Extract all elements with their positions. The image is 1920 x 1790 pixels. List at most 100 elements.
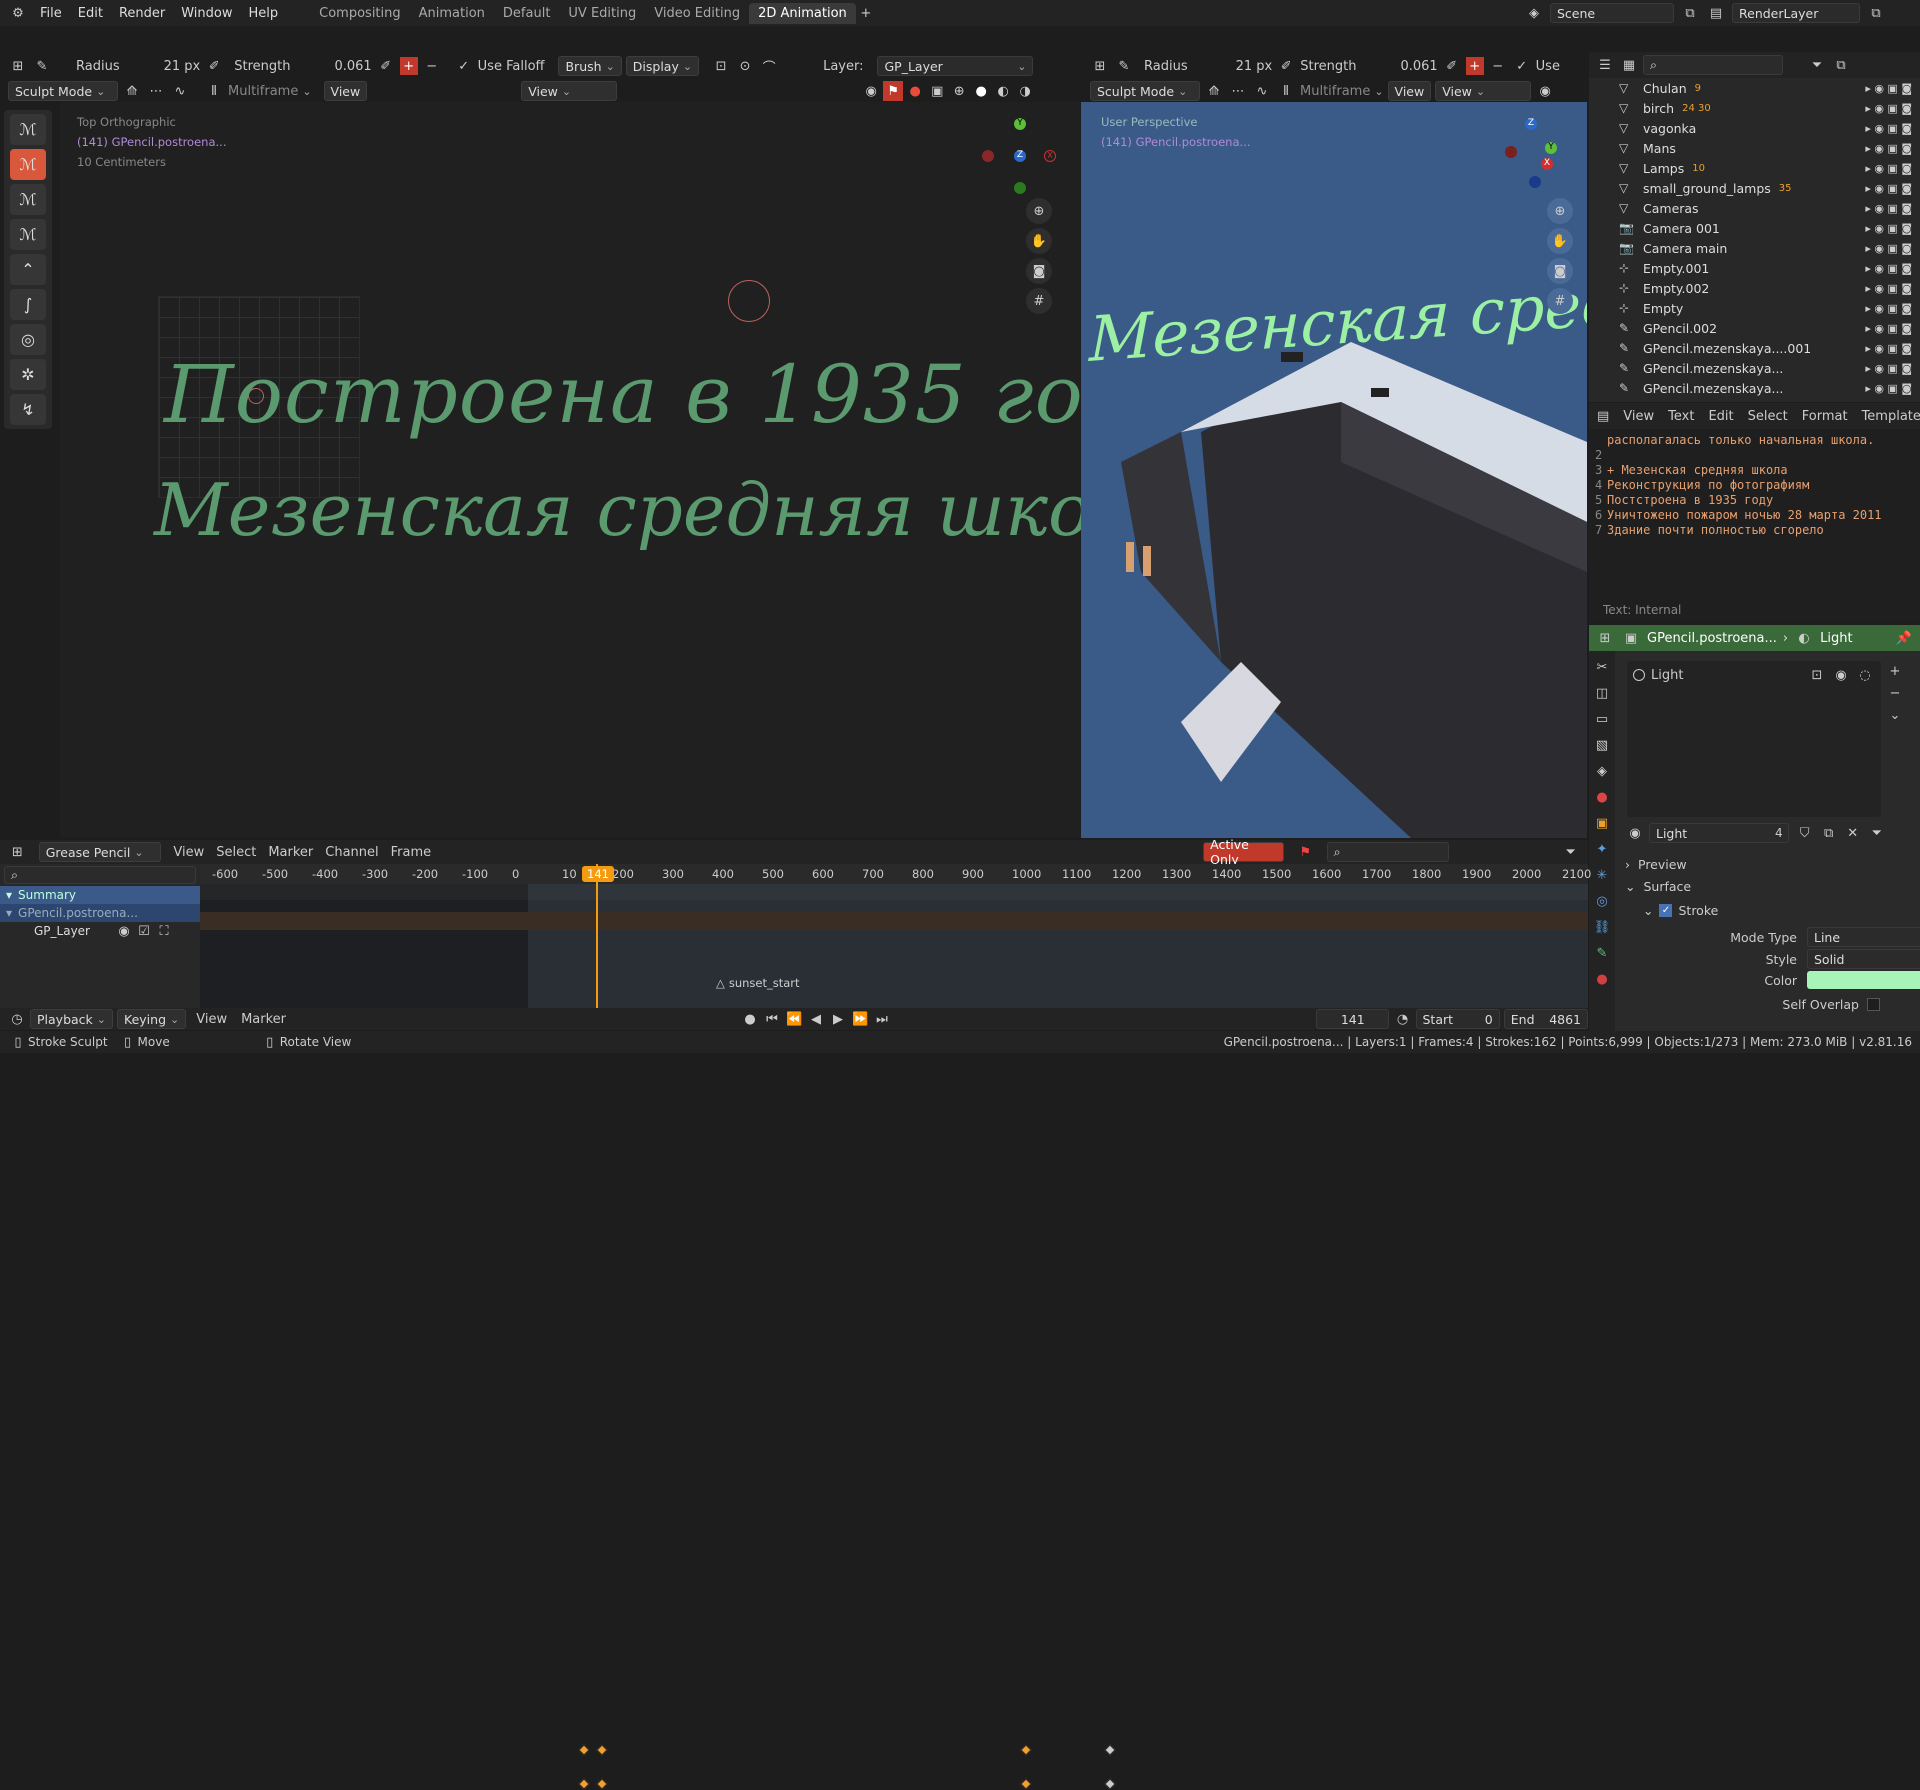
current-frame-field[interactable]: 141 [1316,1009,1390,1029]
unlink-material-icon[interactable]: ✕ [1843,823,1863,843]
outliner-row[interactable]: ✎ GPencil.mezenskaya... ▸ ◉ ▣ ◙ [1619,378,1920,398]
outliner-visibility-icon[interactable]: ▸ ◉ ▣ ◙ [1865,202,1912,215]
outliner-visibility-icon[interactable]: ▸ ◉ ▣ ◙ [1865,382,1912,395]
right-editor-type-icon[interactable]: ⊞ [1090,56,1110,76]
text-menu-edit[interactable]: Edit [1708,409,1733,424]
end-frame-field[interactable]: End 4861 [1503,1009,1588,1029]
tab-video-editing[interactable]: Video Editing [645,3,749,24]
next-key-icon[interactable]: ⏩ [850,1009,870,1029]
right-edit-points-icon[interactable]: ⋯ [1228,81,1248,101]
tab-default[interactable]: Default [494,3,560,24]
right-brush-icon[interactable]: ✎ [1114,56,1134,76]
copy-scene-icon[interactable]: ⧉ [1680,3,1700,23]
left-viewport[interactable]: Top Orthographic (141) GPencil.postroena… [60,102,1182,838]
tab-tool-icon[interactable]: ✂ [1592,657,1612,677]
outliner-visibility-icon[interactable]: ▸ ◉ ▣ ◙ [1865,322,1912,335]
ds-menu-channel[interactable]: Channel [325,845,378,860]
use-falloff-label[interactable]: Use Falloff [478,59,545,74]
outliner-row[interactable]: ✎ GPencil.mezenskaya....001 ▸ ◉ ▣ ◙ [1619,338,1920,358]
display-dropdown[interactable]: Display [625,56,700,76]
pivot-icon[interactable]: ⊙ [735,56,755,76]
tab-material-icon[interactable]: ● [1592,969,1612,989]
right-ortho-grid-icon[interactable]: # [1547,288,1573,314]
text-line[interactable]: 4 Реконструкция по фотографиям [1595,478,1914,493]
gizmo-icon[interactable]: ⚑ [883,81,904,101]
tool-twist-icon[interactable]: ◎ [10,324,46,355]
strength-pen-icon[interactable]: ✐ [376,56,396,76]
pin-icon[interactable]: 📌 [1894,628,1914,648]
preview-section[interactable]: › Preview [1625,857,1687,872]
outliner-visibility-icon[interactable]: ▸ ◉ ▣ ◙ [1865,142,1912,155]
add-icon[interactable]: + [399,57,418,75]
keyframe[interactable] [1104,1778,1116,1790]
outliner-row[interactable]: ▽ Cameras ▸ ◉ ▣ ◙ [1619,198,1920,218]
tab-data-icon[interactable]: ✎ [1592,943,1612,963]
right-edit-strokes-icon[interactable]: ∿ [1252,81,1272,101]
edit-strokes-icon[interactable]: ∿ [170,81,190,101]
outliner-visibility-icon[interactable]: ▸ ◉ ▣ ◙ [1865,362,1912,375]
preview-range-icon[interactable]: ◔ [1393,1009,1411,1029]
marker-label[interactable]: △ sunset_start [716,976,800,990]
outliner-display-icon[interactable]: ▦ [1619,55,1639,75]
keyframe[interactable] [1104,1744,1116,1756]
outliner-row[interactable]: 📷 Camera 001 ▸ ◉ ▣ ◙ [1619,218,1920,238]
outliner-visibility-icon[interactable]: ▸ ◉ ▣ ◙ [1865,162,1912,175]
outliner-row[interactable]: ▽ vagonka ▸ ◉ ▣ ◙ [1619,118,1920,138]
jump-end-icon[interactable]: ⏭ [872,1009,892,1029]
dopesheet-editor-icon[interactable]: ⊞ [8,842,27,862]
text-menu-text[interactable]: Text [1668,409,1694,424]
tab-physics-icon[interactable]: ◎ [1592,891,1612,911]
channel-summary[interactable]: ▾ Summary [0,886,200,904]
channel-object[interactable]: ▾ GPencil.postroena... [0,904,200,922]
material-name-field[interactable]: Light [1649,823,1789,843]
tab-output-icon[interactable]: ▭ [1592,709,1612,729]
multiframe-icon[interactable]: ⫴ [204,81,224,101]
play-icon[interactable]: ▶ [828,1009,848,1029]
left-view-dropdown[interactable]: View [521,81,618,101]
material-slot-list[interactable]: Light ⊡ ◉ ◌ [1627,661,1881,817]
text-menu-format[interactable]: Format [1802,409,1848,424]
tab-world-icon[interactable]: ● [1592,787,1612,807]
camera-icon[interactable]: ◙ [1026,258,1052,284]
properties-editor-icon[interactable]: ⊞ [1595,628,1615,648]
scene-icon[interactable]: ◈ [1524,3,1544,23]
text-line[interactable]: располагалась только начальная школа. [1595,433,1914,448]
brush-dropdown[interactable]: Brush [558,56,622,76]
menu-render[interactable]: Render [111,6,173,21]
ortho-grid-icon[interactable]: # [1026,288,1052,314]
zoom-icon[interactable]: ⊕ [1026,198,1052,224]
right-edit-lines-icon[interactable]: ⟰ [1204,81,1224,101]
right-add-icon[interactable]: + [1465,57,1484,75]
material-slot-name[interactable]: Light [1651,668,1683,683]
axis-gizmo[interactable]: Y Z X [982,118,1058,194]
render-layer-icon[interactable]: ▤ [1706,3,1726,23]
slot-lock-icon[interactable]: ⊡ [1807,665,1827,685]
ds-search-input[interactable]: ⌕ [1326,842,1450,862]
outliner-editor-icon[interactable]: ☰ [1595,55,1615,75]
overlay-icon[interactable]: ● [905,81,925,101]
layer-eye-icon[interactable]: ◉ [114,921,134,941]
menu-edit[interactable]: Edit [70,6,111,21]
add-slot-icon[interactable]: + [1885,661,1905,681]
keyframe[interactable] [1020,1778,1032,1790]
radius-pen-icon[interactable]: ✐ [204,56,224,76]
keying-dropdown[interactable]: Keying [117,1009,187,1029]
slot-eye-icon[interactable]: ◉ [1831,665,1851,685]
timeline-editor-icon[interactable]: ◷ [8,1009,26,1029]
keyframe[interactable] [596,1778,608,1790]
jump-start-icon[interactable]: ⏮ [762,1009,782,1029]
current-frame-badge[interactable]: 141 [582,866,614,882]
shading-wire-icon[interactable]: ⊕ [949,81,969,101]
start-frame-field[interactable]: Start 0 [1415,1009,1500,1029]
ds-menu-frame[interactable]: Frame [391,845,432,860]
tool-grab-icon[interactable]: ⌃ [10,254,46,285]
outliner-visibility-icon[interactable]: ▸ ◉ ▣ ◙ [1865,282,1912,295]
outliner-row[interactable]: ▽ Mans ▸ ◉ ▣ ◙ [1619,138,1920,158]
duplicate-material-icon[interactable]: ⧉ [1819,823,1839,843]
ds-menu-view[interactable]: View [173,845,204,860]
shading-material-icon[interactable]: ◐ [993,81,1013,101]
right-multiframe-dropdown[interactable]: Multiframe [1300,84,1384,99]
outliner-search-input[interactable]: ⌕ [1643,55,1783,75]
snap-icon[interactable]: ⊡ [711,56,731,76]
record-icon[interactable]: ● [740,1009,760,1029]
